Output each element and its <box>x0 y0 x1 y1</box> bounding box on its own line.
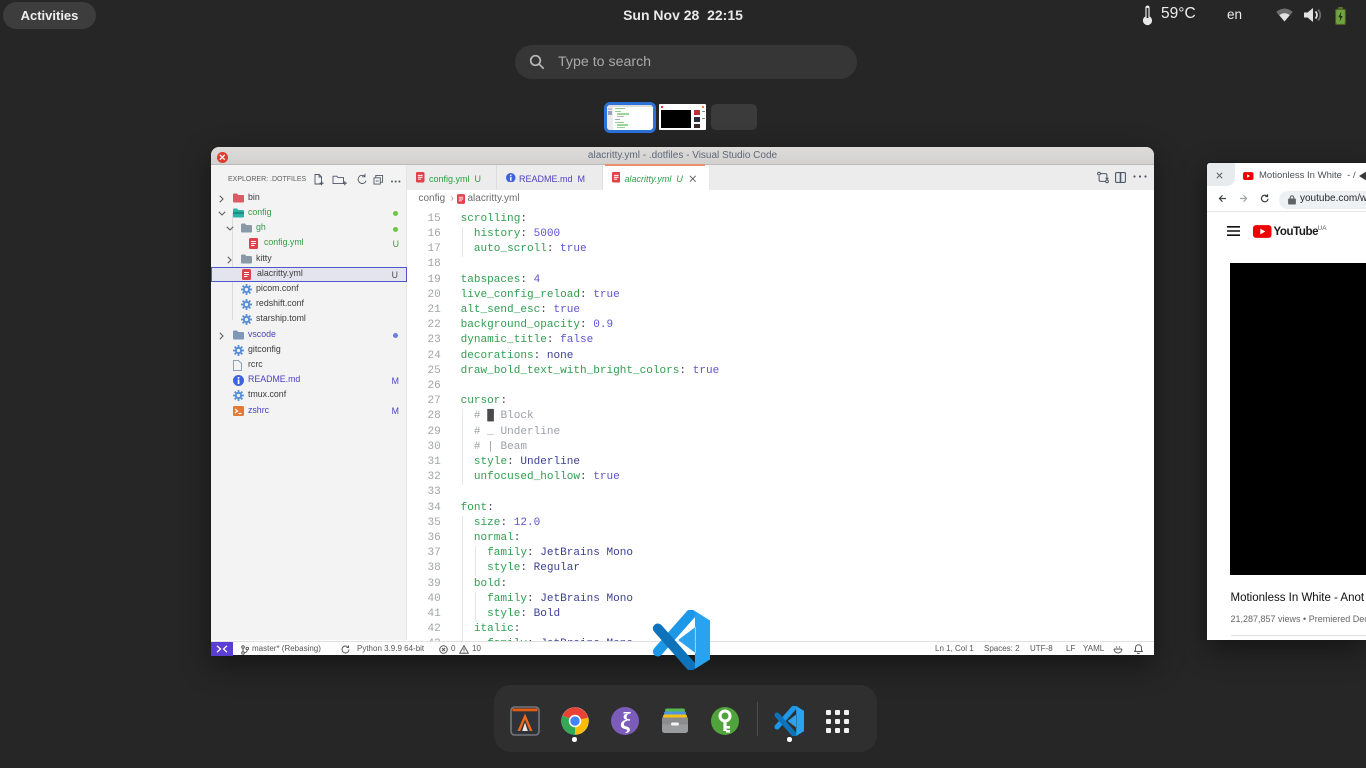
svg-text:ξ: ξ <box>620 709 631 735</box>
